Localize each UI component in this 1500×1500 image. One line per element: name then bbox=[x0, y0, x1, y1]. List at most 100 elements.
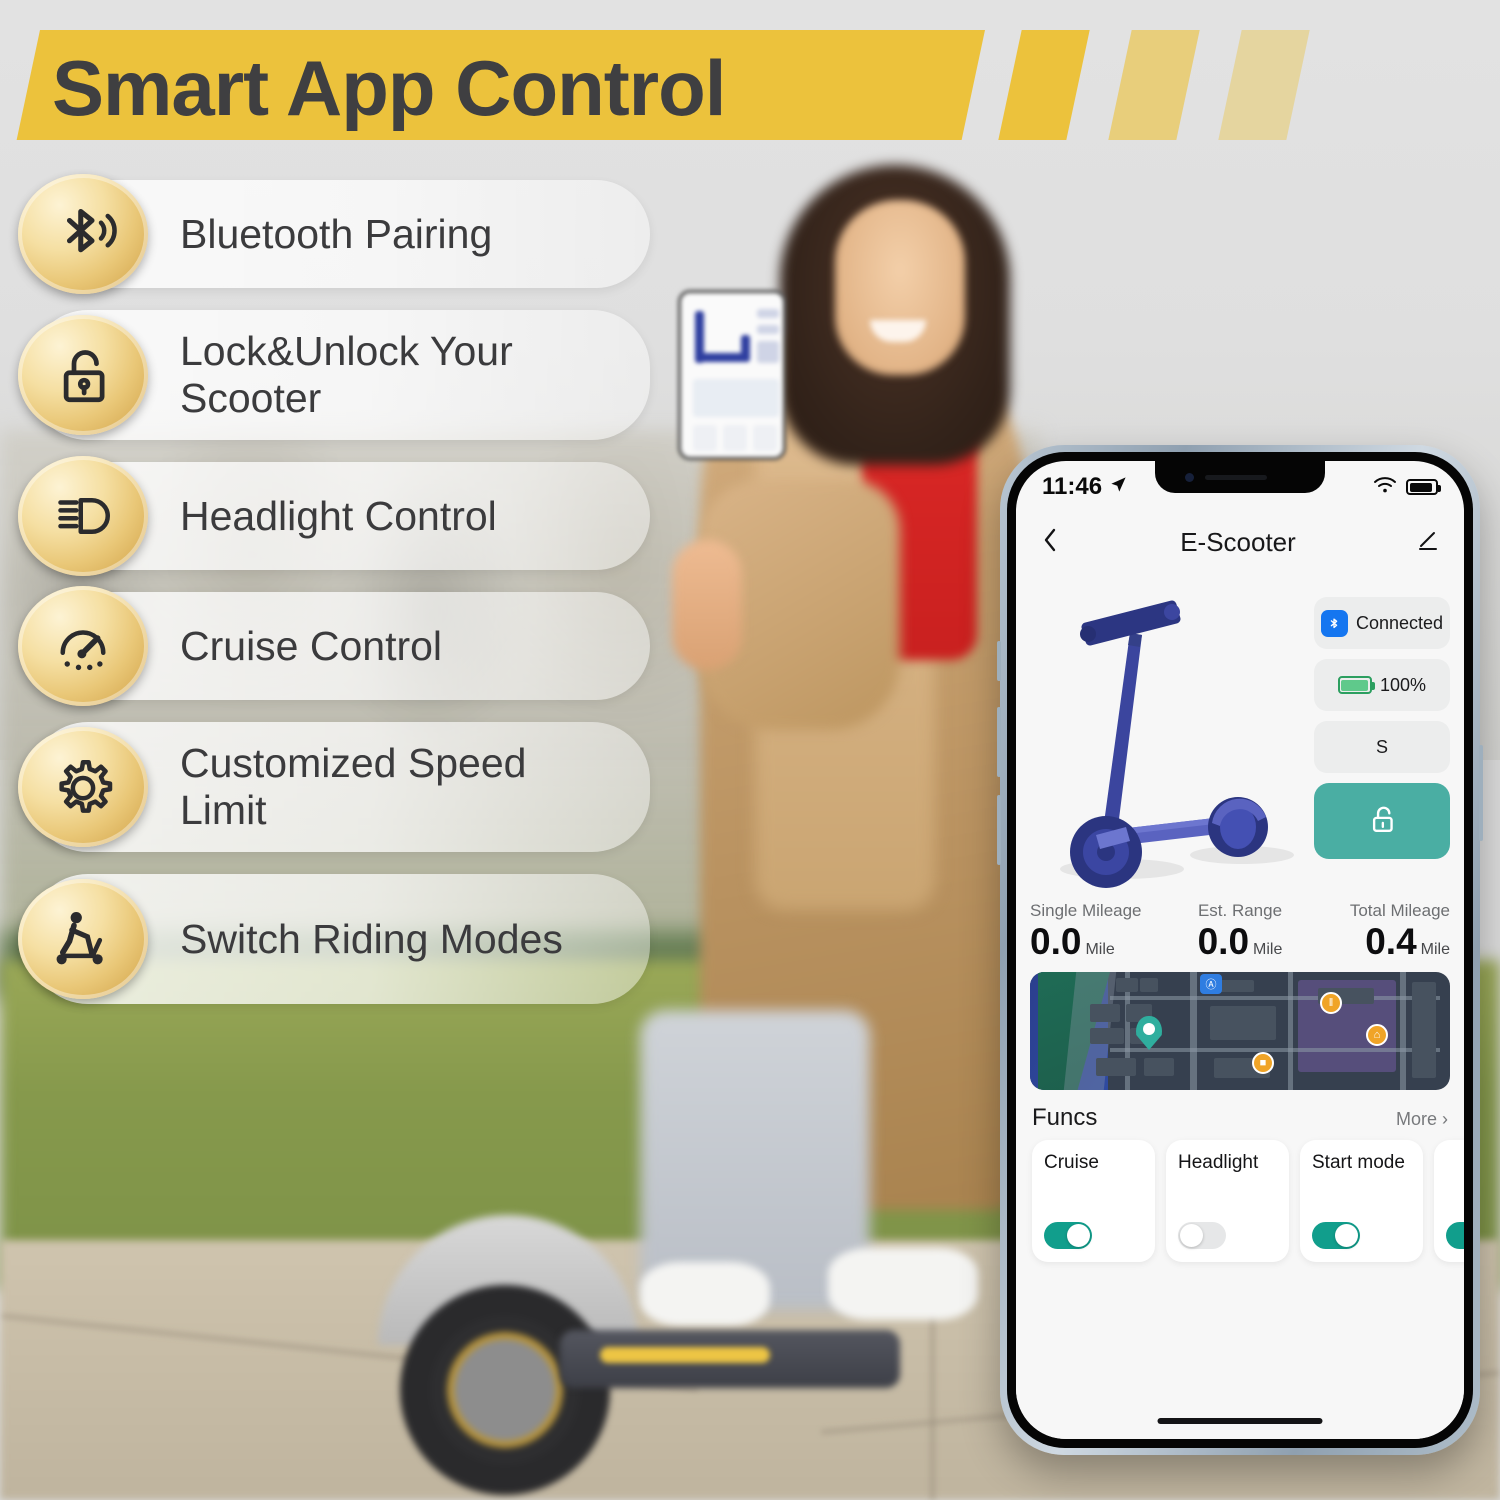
map-widget[interactable]: Ⓐ ‖ ■ ⌂ bbox=[1030, 972, 1450, 1090]
stat-est-range: Est. Range 0.0 Mile bbox=[1170, 901, 1310, 960]
bluetooth-status-label: Connected bbox=[1355, 612, 1444, 633]
stat-value: 0.4 bbox=[1365, 921, 1417, 962]
feature-item-lock-unlock[interactable]: Lock&Unlock Your Scooter bbox=[18, 310, 650, 440]
bluetooth-status-chip[interactable]: Connected bbox=[1314, 597, 1450, 649]
banner-slash-3 bbox=[1218, 30, 1310, 140]
funcs-more-link[interactable]: More › bbox=[1396, 1109, 1448, 1130]
phone-mockup: 11:46 E-Scooter Connected 100% S Single … bbox=[997, 445, 1483, 1455]
func-card-headlight[interactable]: Headlight bbox=[1166, 1140, 1289, 1262]
poi-shop-marker[interactable]: ■ bbox=[1252, 1052, 1274, 1074]
map-block bbox=[1144, 1058, 1174, 1076]
banner-slash-2 bbox=[1108, 30, 1200, 140]
func-label: Cruise bbox=[1044, 1152, 1099, 1173]
feature-label: Headlight Control bbox=[180, 492, 497, 539]
unlocked-padlock-icon bbox=[1364, 799, 1400, 844]
stat-label: Single Mileage bbox=[1030, 901, 1142, 920]
feature-list: Bluetooth Pairing Lock&Unlock Your Scoot… bbox=[0, 174, 700, 1026]
stat-value: 0.0 bbox=[1197, 921, 1250, 962]
ride-mode-label: S bbox=[1375, 736, 1388, 757]
map-road bbox=[1400, 972, 1406, 1090]
battery-status-chip[interactable]: 100% bbox=[1314, 659, 1450, 711]
feature-item-headlight-control[interactable]: Headlight Control bbox=[18, 456, 650, 576]
location-pin-icon bbox=[1136, 1016, 1162, 1050]
feature-label: Switch Riding Modes bbox=[180, 915, 563, 962]
earpiece-speaker bbox=[1205, 475, 1267, 480]
map-block bbox=[1210, 1006, 1276, 1040]
page-title: Smart App Control bbox=[52, 43, 726, 132]
scooter-rear-wheel bbox=[400, 1285, 610, 1495]
app-header: E-Scooter bbox=[1016, 519, 1464, 565]
lock-unlock-button[interactable] bbox=[1314, 783, 1450, 859]
woman-shoe bbox=[828, 1248, 978, 1320]
wifi-icon bbox=[1373, 476, 1397, 499]
status-time-group: 11:46 bbox=[1042, 473, 1128, 501]
feature-label: Customized Speed Limit bbox=[180, 740, 527, 833]
transit-marker[interactable]: Ⓐ bbox=[1200, 974, 1222, 994]
funcs-row: Cruise Headlight Start mode bbox=[1016, 1140, 1464, 1262]
blue-escooter-illustration bbox=[1030, 569, 1302, 889]
funcs-title: Funcs bbox=[1032, 1104, 1098, 1131]
battery-level-label: 100% bbox=[1379, 674, 1427, 695]
stat-value-group: 0.0 Mile bbox=[1030, 923, 1170, 960]
func-card-partial[interactable] bbox=[1434, 1140, 1464, 1262]
stat-value-group: 0.0 Mile bbox=[1170, 923, 1310, 960]
stat-label: Total Mileage bbox=[1349, 901, 1450, 920]
gear-icon bbox=[18, 727, 148, 847]
location-arrow-icon bbox=[1109, 473, 1128, 501]
func-card-start-mode[interactable]: Start mode bbox=[1300, 1140, 1423, 1262]
map-block bbox=[1090, 1004, 1120, 1022]
func-card-cruise[interactable]: Cruise bbox=[1032, 1140, 1155, 1262]
stat-unit: Mile bbox=[1253, 941, 1283, 958]
map-block bbox=[1096, 1058, 1136, 1076]
speedometer-icon bbox=[18, 586, 148, 706]
feature-item-bluetooth-pairing[interactable]: Bluetooth Pairing bbox=[18, 174, 650, 294]
map-block bbox=[1140, 978, 1158, 992]
volume-up-button[interactable] bbox=[997, 707, 1001, 777]
stat-unit: Mile bbox=[1085, 941, 1115, 958]
feature-item-cruise-control[interactable]: Cruise Control bbox=[18, 586, 650, 706]
map-road bbox=[1288, 972, 1293, 1090]
partial-toggle[interactable] bbox=[1446, 1222, 1464, 1249]
stat-unit: Mile bbox=[1420, 941, 1450, 958]
feature-label: Bluetooth Pairing bbox=[180, 210, 493, 257]
funcs-header: Funcs More › bbox=[1016, 1090, 1464, 1140]
phone-bezel: 11:46 E-Scooter Connected 100% S Single … bbox=[1007, 452, 1473, 1448]
battery-icon bbox=[1337, 676, 1375, 694]
hero-section: Connected 100% S bbox=[1016, 565, 1464, 895]
status-time: 11:46 bbox=[1042, 473, 1103, 500]
headlight-toggle[interactable] bbox=[1178, 1222, 1226, 1249]
volume-down-button[interactable] bbox=[997, 795, 1001, 865]
feature-label: Lock&Unlock Your Scooter bbox=[180, 328, 513, 421]
ride-mode-chip[interactable]: S bbox=[1314, 721, 1450, 773]
bluetooth-icon bbox=[1320, 609, 1348, 637]
start-mode-toggle[interactable] bbox=[1312, 1222, 1360, 1249]
mileage-stats: Single Mileage 0.0 Mile Est. Range 0.0 Mil… bbox=[1016, 895, 1464, 960]
app-body: Connected 100% S Single Mileage 0.0 Mile… bbox=[1016, 565, 1464, 1439]
stat-value: 0.0 bbox=[1030, 921, 1082, 962]
stat-total-mileage: Total Mileage 0.4 Mile bbox=[1310, 901, 1450, 960]
poi-restaurant-marker[interactable]: ‖ bbox=[1320, 992, 1342, 1014]
stat-label: Est. Range bbox=[1197, 901, 1283, 920]
power-button[interactable] bbox=[1479, 745, 1483, 841]
map-block bbox=[1116, 978, 1138, 992]
func-label: Headlight bbox=[1178, 1152, 1259, 1173]
func-label: Start mode bbox=[1312, 1152, 1405, 1173]
map-road bbox=[1110, 996, 1440, 1000]
mute-switch[interactable] bbox=[997, 641, 1001, 681]
back-button[interactable] bbox=[1040, 526, 1060, 559]
map-block bbox=[1090, 1028, 1124, 1044]
feature-item-switch-riding-modes[interactable]: Switch Riding Modes bbox=[18, 874, 650, 1004]
map-road bbox=[1190, 972, 1197, 1090]
pencil-icon[interactable] bbox=[1416, 528, 1440, 557]
poi-hotel-marker[interactable]: ⌂ bbox=[1366, 1024, 1388, 1046]
feature-item-customized-speed-limit[interactable]: Customized Speed Limit bbox=[18, 722, 650, 852]
status-icons bbox=[1373, 476, 1441, 499]
map-block bbox=[1412, 982, 1436, 1078]
banner-slash-1 bbox=[998, 30, 1090, 140]
title-banner: Smart App Control bbox=[0, 0, 1500, 160]
stat-value-group: 0.4 Mile bbox=[1310, 923, 1450, 960]
cruise-toggle[interactable] bbox=[1044, 1222, 1092, 1249]
scooter-reflector bbox=[600, 1347, 770, 1363]
headlight-icon bbox=[18, 456, 148, 576]
front-camera bbox=[1185, 473, 1194, 482]
